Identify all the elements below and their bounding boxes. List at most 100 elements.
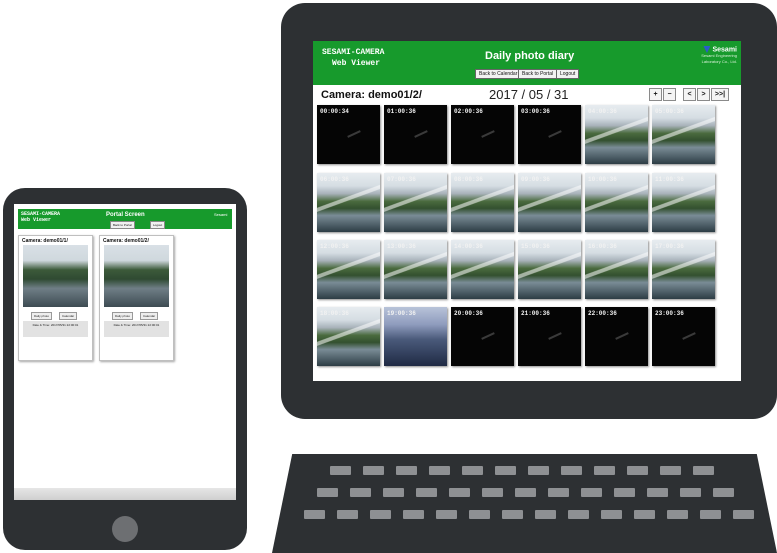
keyboard-key	[436, 510, 457, 519]
thumbnail-time: 22:00:36	[588, 310, 617, 317]
thumbnail-time: 00:00:34	[320, 108, 349, 115]
photo-thumbnail[interactable]: 04:00:36	[585, 105, 648, 164]
photo-thumbnail[interactable]: 19:00:36	[384, 307, 447, 366]
thumbnail-time: 01:00:36	[387, 108, 416, 115]
calendar-button[interactable]: Calendar	[140, 312, 159, 320]
keyboard-key	[700, 510, 721, 519]
photo-thumbnail[interactable]: 13:00:36	[384, 240, 447, 299]
thumbnail-time: 19:00:36	[387, 310, 416, 317]
keyboard-key	[614, 488, 635, 497]
photo-thumbnail[interactable]: 12:00:36	[317, 240, 380, 299]
tablet-camera-card[interactable]: Camera: demo01/2/ Daily photo Calendar D…	[99, 235, 174, 361]
thumbnail-time: 10:00:36	[588, 176, 617, 183]
app-header: SESAMI-CAMERA Web Viewer Daily photo dia…	[313, 41, 741, 85]
thumbnail-time: 18:00:36	[320, 310, 349, 317]
tablet-logout-button[interactable]: Logout	[150, 221, 166, 229]
keyboard-key	[350, 488, 371, 497]
thumbnail-time: 12:00:36	[320, 243, 349, 250]
back-to-portal-button[interactable]: Back to Portal	[518, 69, 558, 79]
page-title: Daily photo diary	[485, 50, 575, 62]
daily-photo-button[interactable]: Daily photo	[112, 312, 134, 320]
brand-block: Sesami Sesami Engineering Laboratory Co.…	[669, 46, 737, 65]
thumbnail-time: 11:00:36	[655, 176, 684, 183]
keyboard-key	[429, 466, 450, 475]
keyboard-key	[601, 510, 622, 519]
keyboard-key	[515, 488, 536, 497]
zoom-out-button[interactable]: −	[663, 88, 676, 101]
keyboard-key	[403, 510, 424, 519]
thumbnail-time: 03:00:36	[521, 108, 550, 115]
photo-thumbnail[interactable]: 18:00:36	[317, 307, 380, 366]
photo-thumbnail[interactable]: 05:00:36	[652, 105, 715, 164]
brand-name-text: Sesami	[712, 46, 737, 54]
photo-thumbnail[interactable]: 09:00:36	[518, 173, 581, 232]
keyboard-key	[561, 466, 582, 475]
back-to-calendar-button[interactable]: Back to Calendar	[475, 69, 522, 79]
camera-photo[interactable]	[23, 245, 88, 307]
thumbnail-time: 15:00:36	[521, 243, 550, 250]
thumbnail-time: 09:00:36	[521, 176, 550, 183]
keyboard-key	[449, 488, 470, 497]
photo-thumbnail[interactable]: 23:00:36	[652, 307, 715, 366]
photo-thumbnail[interactable]: 02:00:36	[451, 105, 514, 164]
tablet-camera-card[interactable]: Camera: demo01/1/ Daily photo Calendar D…	[18, 235, 93, 361]
thumbnail-time: 23:00:36	[655, 310, 684, 317]
photo-thumbnail[interactable]: 07:00:36	[384, 173, 447, 232]
brand-line2: Laboratory Co., Ltd.	[701, 59, 737, 65]
brand-name: Sesami	[669, 46, 737, 53]
photo-thumbnail[interactable]: 20:00:36	[451, 307, 514, 366]
thumbnail-streak	[615, 332, 629, 340]
photo-thumbnail[interactable]: 03:00:36	[518, 105, 581, 164]
thumbnail-time: 20:00:36	[454, 310, 483, 317]
zoom-in-button[interactable]: +	[649, 88, 662, 101]
photo-thumbnail[interactable]: 17:00:36	[652, 240, 715, 299]
keyboard-key	[330, 466, 351, 475]
keyboard-key	[495, 466, 516, 475]
tablet-device: SESAMI-CAMERA Web Viewer Portal Screen B…	[3, 188, 247, 550]
photo-thumbnail[interactable]: 10:00:36	[585, 173, 648, 232]
photo-thumbnail[interactable]: 11:00:36	[652, 173, 715, 232]
keyboard	[272, 454, 777, 553]
thumbnail-time: 04:00:36	[588, 108, 617, 115]
photo-thumbnail[interactable]: 21:00:36	[518, 307, 581, 366]
photo-thumbnail[interactable]: 16:00:36	[585, 240, 648, 299]
keyboard-key	[627, 466, 648, 475]
camera-photo[interactable]	[104, 245, 169, 307]
tablet-header: SESAMI-CAMERA Web Viewer Portal Screen B…	[18, 209, 232, 229]
photo-thumbnail[interactable]: 15:00:36	[518, 240, 581, 299]
photo-thumbnail[interactable]: 22:00:36	[585, 307, 648, 366]
desktop-monitor: SESAMI-CAMERA Web Viewer Daily photo dia…	[281, 3, 777, 419]
keyboard-key	[383, 488, 404, 497]
keyboard-key	[337, 510, 358, 519]
keyboard-key	[482, 488, 503, 497]
keyboard-key	[581, 488, 602, 497]
photo-thumbnail[interactable]: 00:00:34	[317, 105, 380, 164]
daily-photo-button[interactable]: Daily photo	[31, 312, 53, 320]
camera-info: Date & Time: 2017/05/31 22:00:01	[23, 321, 88, 337]
keyboard-key	[469, 510, 490, 519]
keyboard-key	[370, 510, 391, 519]
prev-day-button[interactable]: <	[683, 88, 696, 101]
keyboard-key	[634, 510, 655, 519]
tablet-logo-line2: Web Viewer	[21, 217, 52, 223]
brand-logo-icon	[703, 46, 711, 53]
keyboard-key	[568, 510, 589, 519]
next-day-button[interactable]: >	[697, 88, 710, 101]
keyboard-key	[548, 488, 569, 497]
last-day-button[interactable]: >>|	[711, 88, 729, 101]
photo-thumbnail[interactable]: 08:00:36	[451, 173, 514, 232]
thumbnail-streak	[347, 130, 361, 138]
photo-thumbnail[interactable]: 06:00:36	[317, 173, 380, 232]
tablet-home-button[interactable]	[112, 516, 138, 542]
keyboard-key	[535, 510, 556, 519]
date-display: 2017 / 05 / 31	[489, 87, 569, 102]
thumbnail-time: 14:00:36	[454, 243, 483, 250]
keyboard-key	[396, 466, 417, 475]
photo-thumbnail[interactable]: 01:00:36	[384, 105, 447, 164]
tablet-back-to-portal-button[interactable]: Back to Portal	[110, 221, 135, 229]
thumbnail-time: 02:00:36	[454, 108, 483, 115]
photo-thumbnail[interactable]: 14:00:36	[451, 240, 514, 299]
logout-button[interactable]: Logout	[556, 69, 580, 79]
app-logo-line1: SESAMI-CAMERA	[322, 48, 385, 57]
calendar-button[interactable]: Calendar	[59, 312, 78, 320]
